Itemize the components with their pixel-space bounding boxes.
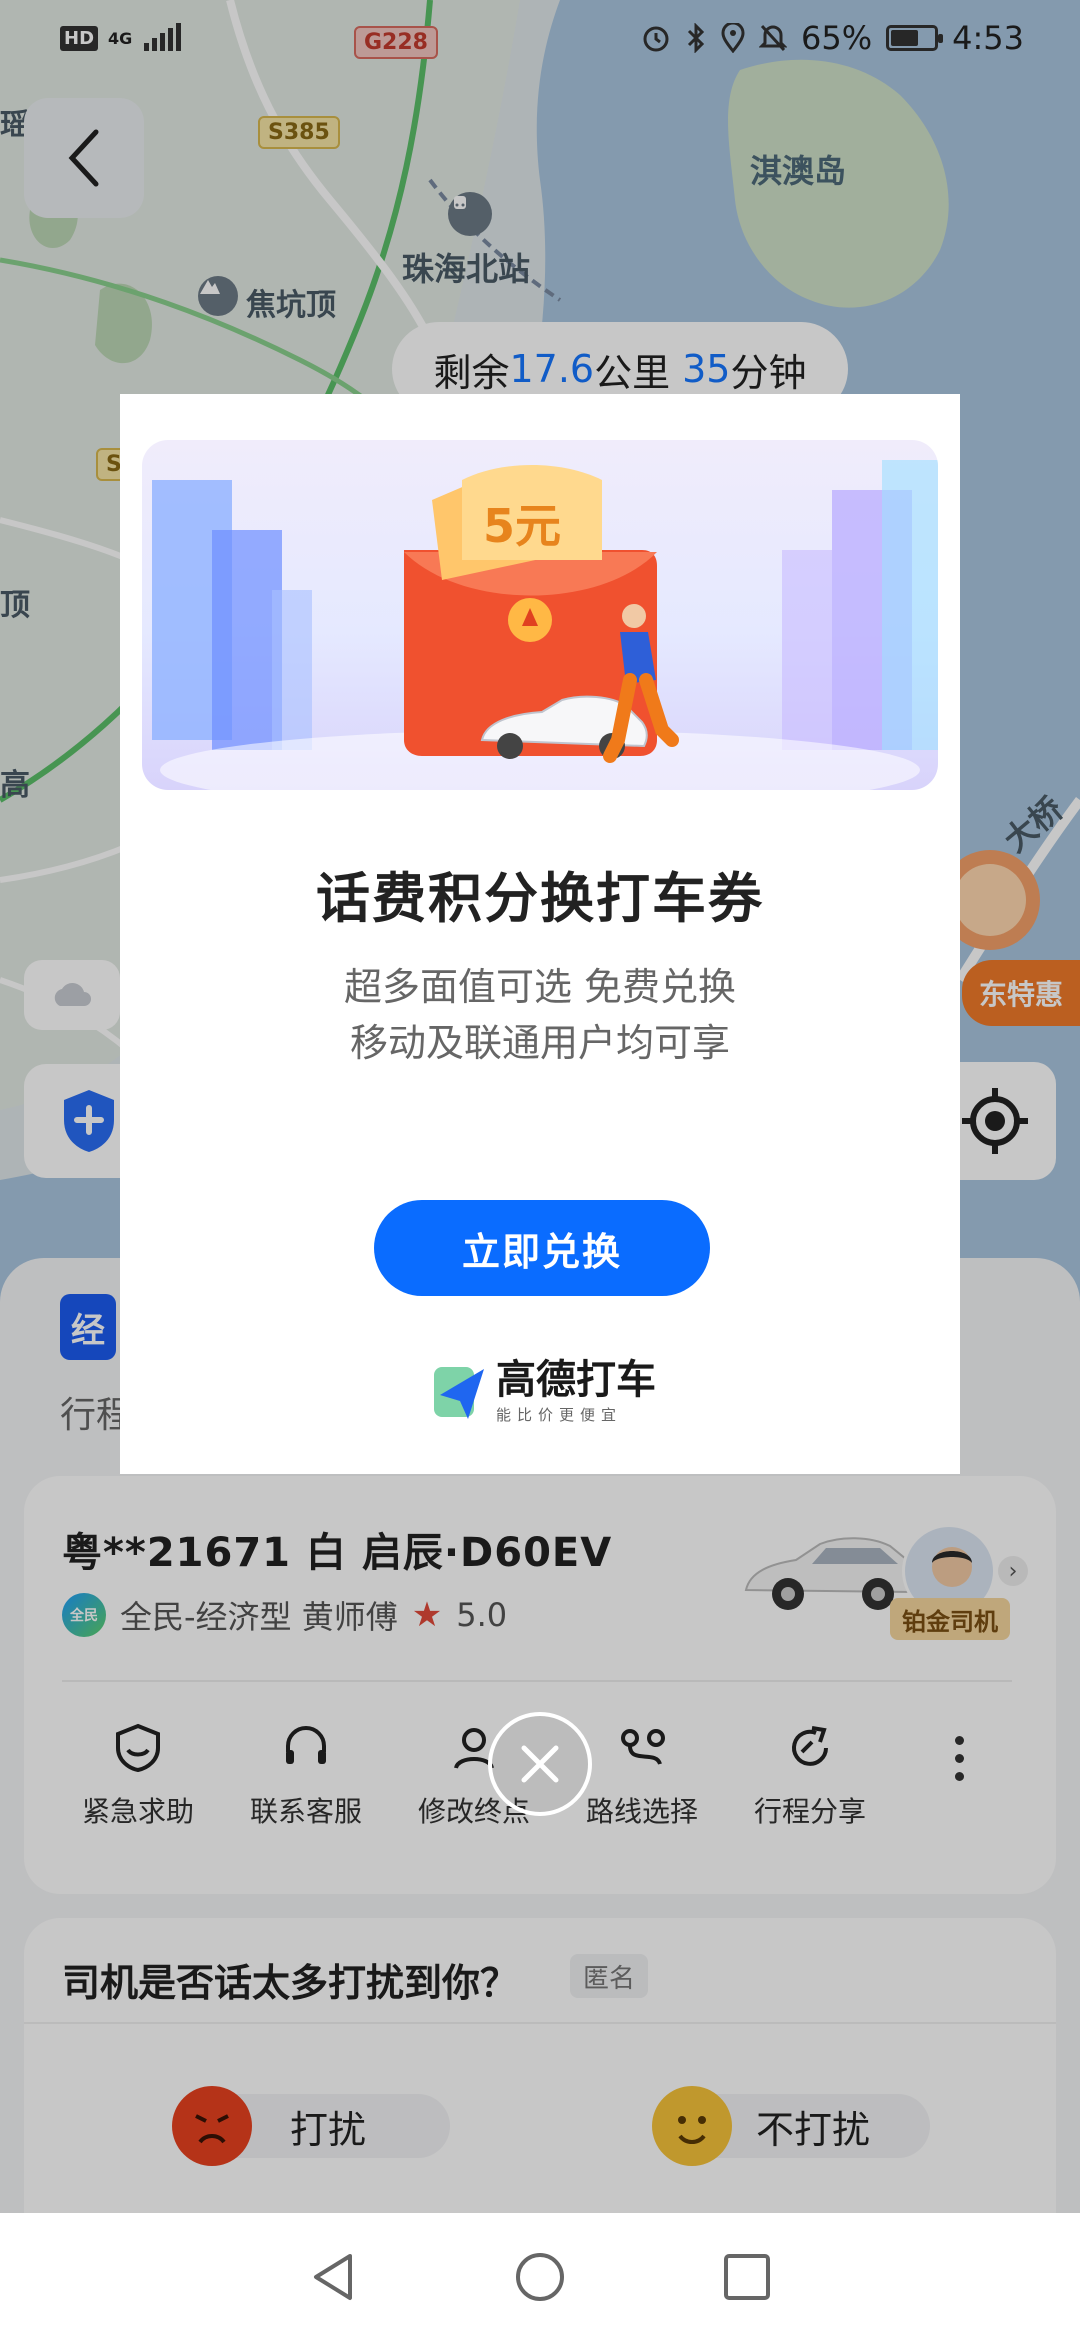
logo-name: 高德打车	[496, 1357, 656, 1403]
nav-recents-icon[interactable]	[722, 2252, 772, 2302]
nav-home-icon[interactable]	[513, 2250, 567, 2304]
promo-banner[interactable]: 5元	[142, 440, 938, 790]
nav-back-icon[interactable]	[308, 2250, 358, 2304]
redeem-now-button[interactable]: 立即兑换	[374, 1200, 710, 1296]
modal-subtitle-1: 超多面值可选 免费兑换	[343, 965, 737, 1009]
amap-taxi-logo: 高德打车 能比价更便宜	[432, 1360, 656, 1425]
close-modal-button[interactable]	[488, 1712, 592, 1816]
system-nav-bar	[0, 2213, 1080, 2340]
modal-subtitle-2: 移动及联通用户均可享	[349, 1021, 730, 1065]
promo-modal: 5元 话费积分换打车券 超多面值可选 免费兑换 移动及联通用户均可享 立即兑换 …	[120, 394, 960, 1474]
modal-title: 话费积分换打车券	[316, 867, 764, 930]
promo-illustration: 5元	[152, 460, 938, 790]
logo-slogan: 能比价更便宜	[496, 1406, 623, 1424]
amap-logo-icon	[434, 1366, 484, 1419]
close-icon	[521, 1745, 559, 1783]
coupon-value-text: 5元	[483, 499, 561, 553]
